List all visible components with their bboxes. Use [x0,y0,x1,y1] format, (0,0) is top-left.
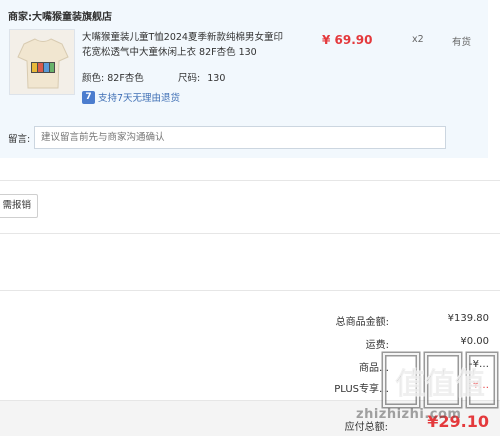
color-value: 82F杏色 [107,73,144,84]
return-policy[interactable]: 7 支持7天无理由退货 [82,90,180,104]
section-divider [0,180,500,181]
section-divider [0,290,500,291]
discount-value: -¥… [469,359,489,370]
shipping-value: ¥0.00 [460,336,489,347]
size-label: 尺码: [178,73,201,84]
merchant-name[interactable]: 大嘴猴童装旗舰店 [32,12,112,23]
product-price: ¥ 69.90 [322,33,373,47]
product-quantity: x2 [412,34,424,45]
goods-total-value: ¥139.80 [447,313,489,324]
size-attribute: 尺码: 130 [178,70,225,84]
reimburse-button[interactable]: 需报销 [0,194,38,218]
size-value: 130 [207,73,226,84]
return-policy-text: 支持7天无理由退货 [98,93,181,104]
goods-total-label: 总商品金额: [335,317,389,328]
note-label: 留言: [8,134,31,145]
product-thumbnail[interactable] [9,29,75,95]
note-input[interactable] [34,126,446,149]
plus-discount-value: -¥… [469,380,489,391]
color-attribute: 颜色: 82F杏色 [82,70,144,84]
plus-discount-label: PLUS专享… [334,384,389,395]
watermark-text: zhizhizhi.com [356,407,462,422]
merchant-row: 商家:大嘴猴童装旗舰店 [8,8,112,23]
merchant-label: 商家: [8,12,32,23]
return-badge-icon: 7 [82,90,95,104]
product-name[interactable]: 大嘴猴童装儿童T恤2024夏季新款纯棉男女童印花宽松透气中大童休闲上衣 82F杏… [82,30,292,60]
section-divider [0,233,500,234]
tshirt-image [10,30,74,94]
shipping-label: 运费: [365,340,389,351]
stock-status: 有货 [452,37,472,48]
color-label: 颜色: [82,73,105,84]
discount-label: 商品… [359,363,389,374]
